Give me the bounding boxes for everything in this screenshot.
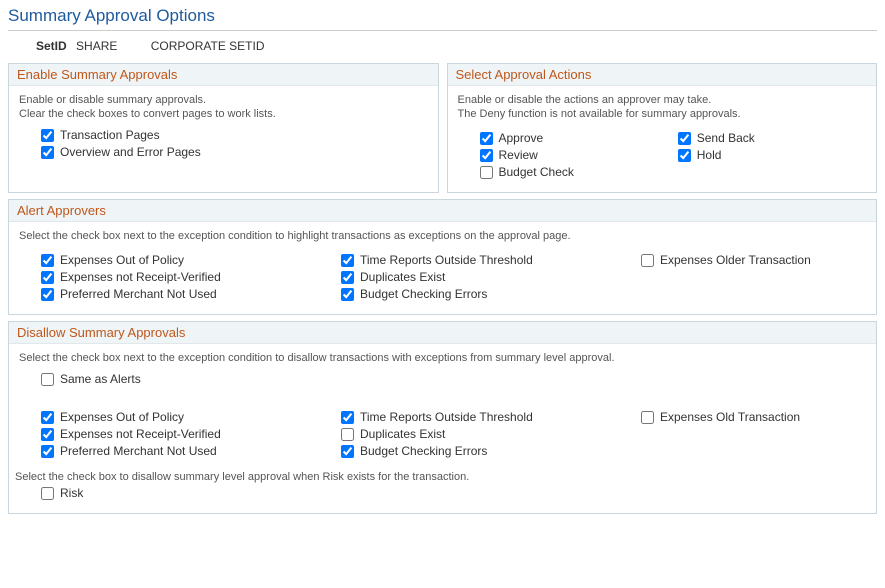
hold-label: Hold <box>697 148 722 162</box>
alert-approvers-title: Alert Approvers <box>9 200 876 222</box>
disallow-time-reports-checkbox[interactable] <box>341 411 354 424</box>
setid-label: SetID <box>36 39 67 53</box>
budget-check-checkbox[interactable] <box>480 166 493 179</box>
review-checkbox[interactable] <box>480 149 493 162</box>
disallow-out-of-policy-label: Expenses Out of Policy <box>60 410 184 424</box>
alert-older-trans-label: Expenses Older Transaction <box>660 253 811 267</box>
alert-not-receipt-checkbox[interactable] <box>41 271 54 284</box>
same-as-alerts-checkbox[interactable] <box>41 373 54 386</box>
disallow-risk-help: Select the check box to disallow summary… <box>15 471 866 483</box>
same-as-alerts-label: Same as Alerts <box>60 372 141 386</box>
overview-error-pages-checkbox[interactable] <box>41 146 54 159</box>
review-label: Review <box>499 148 538 162</box>
disallow-not-receipt-checkbox[interactable] <box>41 428 54 441</box>
page-title: Summary Approval Options <box>8 6 877 26</box>
header-row: SetID SHARE CORPORATE SETID <box>36 39 877 53</box>
alert-approvers-group: Alert Approvers Select the check box nex… <box>8 199 877 315</box>
title-separator <box>8 30 877 31</box>
risk-label: Risk <box>60 486 83 500</box>
enable-summary-approvals-group: Enable Summary Approvals Enable or disab… <box>8 63 439 193</box>
enable-summary-help1: Enable or disable summary approvals. <box>19 94 428 106</box>
disallow-not-receipt-label: Expenses not Receipt-Verified <box>60 427 221 441</box>
select-approval-actions-group: Select Approval Actions Enable or disabl… <box>447 63 878 193</box>
select-approval-actions-title: Select Approval Actions <box>448 64 877 86</box>
alert-approvers-help: Select the check box next to the excepti… <box>19 230 866 242</box>
approve-checkbox[interactable] <box>480 132 493 145</box>
setid-value: SHARE <box>76 39 117 53</box>
hold-checkbox[interactable] <box>678 149 691 162</box>
alert-time-reports-checkbox[interactable] <box>341 254 354 267</box>
alert-pref-merchant-checkbox[interactable] <box>41 288 54 301</box>
alert-budget-errors-label: Budget Checking Errors <box>360 287 487 301</box>
enable-summary-help2: Clear the check boxes to convert pages t… <box>19 108 428 120</box>
alert-out-of-policy-label: Expenses Out of Policy <box>60 253 184 267</box>
alert-duplicates-checkbox[interactable] <box>341 271 354 284</box>
disallow-duplicates-label: Duplicates Exist <box>360 427 445 441</box>
disallow-old-trans-label: Expenses Old Transaction <box>660 410 800 424</box>
disallow-duplicates-checkbox[interactable] <box>341 428 354 441</box>
disallow-time-reports-label: Time Reports Outside Threshold <box>360 410 533 424</box>
alert-duplicates-label: Duplicates Exist <box>360 270 445 284</box>
disallow-out-of-policy-checkbox[interactable] <box>41 411 54 424</box>
disallow-budget-errors-label: Budget Checking Errors <box>360 444 487 458</box>
approval-actions-help2: The Deny function is not available for s… <box>458 108 867 120</box>
send-back-label: Send Back <box>697 131 755 145</box>
disallow-pref-merchant-checkbox[interactable] <box>41 445 54 458</box>
alert-not-receipt-label: Expenses not Receipt-Verified <box>60 270 221 284</box>
approve-label: Approve <box>499 131 544 145</box>
disallow-pref-merchant-label: Preferred Merchant Not Used <box>60 444 217 458</box>
transaction-pages-label: Transaction Pages <box>60 128 160 142</box>
alert-older-trans-checkbox[interactable] <box>641 254 654 267</box>
alert-pref-merchant-label: Preferred Merchant Not Used <box>60 287 217 301</box>
send-back-checkbox[interactable] <box>678 132 691 145</box>
disallow-old-trans-checkbox[interactable] <box>641 411 654 424</box>
transaction-pages-checkbox[interactable] <box>41 129 54 142</box>
corporate-setid-label: CORPORATE SETID <box>151 39 265 53</box>
approval-actions-help1: Enable or disable the actions an approve… <box>458 94 867 106</box>
budget-check-label: Budget Check <box>499 165 574 179</box>
alert-out-of-policy-checkbox[interactable] <box>41 254 54 267</box>
disallow-summary-approvals-title: Disallow Summary Approvals <box>9 322 876 344</box>
disallow-help1: Select the check box next to the excepti… <box>19 352 866 364</box>
enable-summary-approvals-title: Enable Summary Approvals <box>9 64 438 86</box>
alert-time-reports-label: Time Reports Outside Threshold <box>360 253 533 267</box>
disallow-budget-errors-checkbox[interactable] <box>341 445 354 458</box>
overview-error-pages-label: Overview and Error Pages <box>60 145 201 159</box>
alert-budget-errors-checkbox[interactable] <box>341 288 354 301</box>
disallow-summary-approvals-group: Disallow Summary Approvals Select the ch… <box>8 321 877 514</box>
risk-checkbox[interactable] <box>41 487 54 500</box>
